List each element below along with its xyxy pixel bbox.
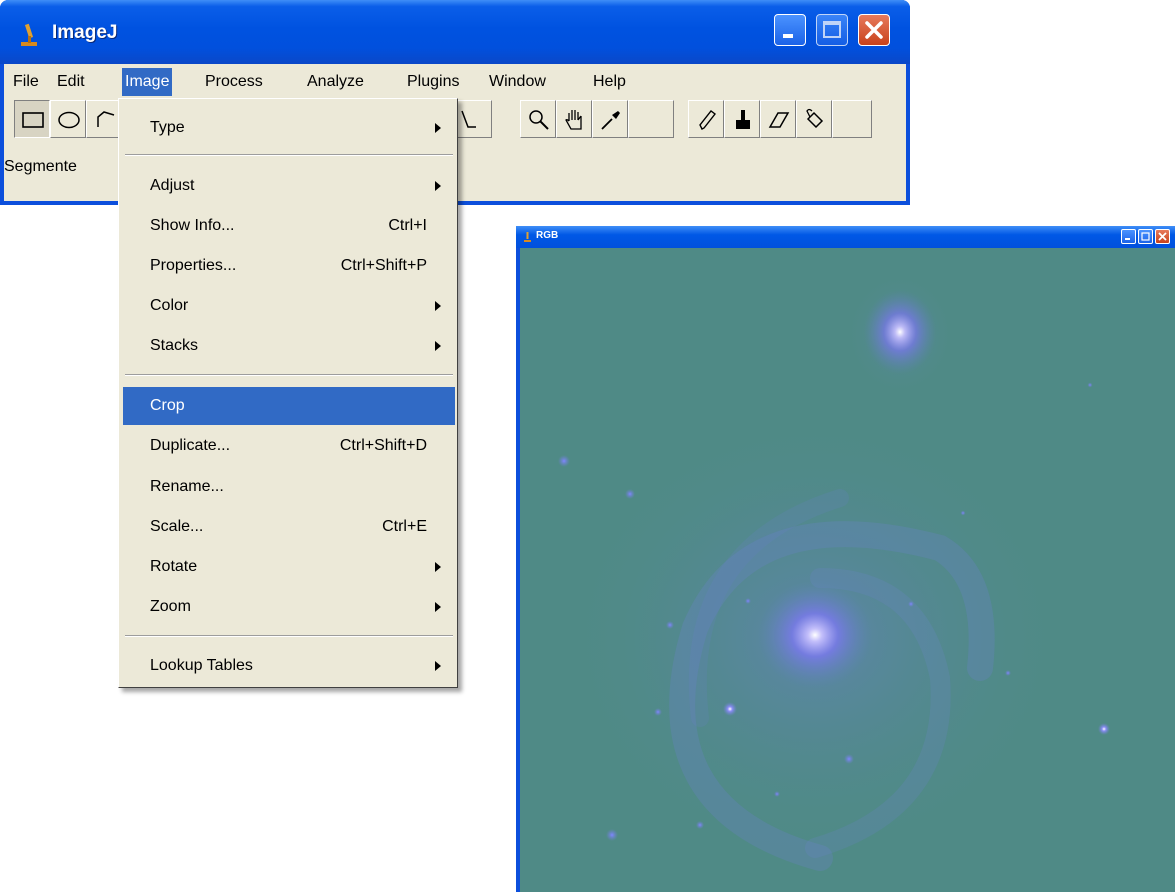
- menu-item-label: Scale...: [150, 518, 204, 535]
- eraser-tool[interactable]: [760, 100, 796, 138]
- angle-icon: [461, 110, 476, 128]
- menu-item-show-info[interactable]: Show Info... Ctrl+I: [123, 207, 455, 245]
- menu-separator: [125, 374, 453, 376]
- menu-item-zoom[interactable]: Zoom: [123, 588, 455, 626]
- paintbrush-tool[interactable]: [724, 100, 760, 138]
- eraser-icon: [768, 112, 790, 128]
- menu-item-crop[interactable]: Crop: [123, 387, 455, 425]
- rgb-maximize-button[interactable]: [1138, 229, 1153, 244]
- rectangle-icon: [22, 112, 44, 128]
- rgb-titlebar[interactable]: RGB: [516, 226, 1175, 248]
- imagej-titlebar[interactable]: ImageJ: [0, 0, 910, 64]
- menu-separator: [125, 635, 453, 637]
- color-picker-tool[interactable]: [592, 100, 628, 138]
- menu-image[interactable]: Image: [122, 68, 173, 96]
- menu-process[interactable]: Process: [202, 68, 266, 96]
- menu-plugins[interactable]: Plugins: [404, 68, 462, 96]
- maximize-icon: [823, 21, 841, 38]
- menu-item-stacks[interactable]: Stacks: [123, 327, 455, 365]
- eyedropper-icon: [601, 111, 620, 130]
- menu-item-label: Type: [150, 119, 185, 136]
- close-button[interactable]: [858, 14, 890, 46]
- submenu-arrow-icon: [435, 602, 441, 612]
- polygon-tool[interactable]: [86, 100, 122, 138]
- rgb-minimize-button[interactable]: [1121, 229, 1136, 244]
- rgb-window-title: RGB: [536, 230, 559, 241]
- minimize-icon: [1125, 238, 1130, 240]
- submenu-arrow-icon: [435, 661, 441, 671]
- menu-item-lookup-tables[interactable]: Lookup Tables: [123, 647, 455, 685]
- menu-item-label: Rename...: [150, 478, 224, 495]
- oval-tool[interactable]: [50, 100, 86, 138]
- paintbrush-icon: [736, 110, 750, 129]
- magnifier-icon: [529, 110, 549, 130]
- polygon-icon: [97, 111, 115, 127]
- menu-item-properties[interactable]: Properties... Ctrl+Shift+P: [123, 247, 455, 285]
- submenu-arrow-icon: [435, 341, 441, 351]
- submenu-arrow-icon: [435, 123, 441, 133]
- magnifier-tool[interactable]: [520, 100, 556, 138]
- rgb-close-button[interactable]: [1155, 229, 1170, 244]
- hand-icon: [565, 110, 582, 130]
- close-icon: [865, 21, 883, 39]
- menu-item-label: Properties...: [150, 257, 237, 274]
- submenu-arrow-icon: [435, 562, 441, 572]
- menu-item-label: Color: [150, 297, 189, 314]
- menu-file[interactable]: File: [10, 68, 42, 96]
- hand-tool[interactable]: [556, 100, 592, 138]
- menu-item-shortcut: Ctrl+Shift+D: [339, 437, 427, 454]
- menu-item-type[interactable]: Type: [123, 109, 455, 147]
- menu-window[interactable]: Window: [486, 68, 549, 96]
- pencil-tool[interactable]: [688, 100, 724, 138]
- menu-item-shortcut: Ctrl+Shift+P: [340, 257, 427, 274]
- paint-bucket-icon: [806, 108, 824, 129]
- menu-item-label: Duplicate...: [150, 437, 231, 454]
- toolbar-empty-slot: [832, 100, 872, 138]
- window-title: ImageJ: [52, 22, 118, 43]
- image-dropdown-menu: Type Adjust Show Info... Ctrl+I Properti…: [118, 98, 458, 688]
- maximize-button[interactable]: [816, 14, 848, 46]
- menu-item-shortcut: Ctrl+E: [382, 518, 427, 535]
- menu-item-label: Adjust: [150, 177, 195, 194]
- toolbar-spacer: [628, 100, 674, 138]
- microscope-icon: [21, 23, 37, 46]
- submenu-arrow-icon: [435, 301, 441, 311]
- menu-item-scale[interactable]: Scale... Ctrl+E: [123, 508, 455, 546]
- menu-item-shortcut: Ctrl+I: [388, 217, 427, 234]
- rgb-image-window: RGB: [516, 226, 1175, 892]
- galaxy-image: [555, 272, 1110, 871]
- flood-fill-tool[interactable]: [796, 100, 832, 138]
- microscope-icon: [524, 232, 531, 242]
- status-text: Segmente: [4, 158, 77, 175]
- galaxy-image-canvas[interactable]: [520, 248, 1175, 892]
- close-icon: [1158, 232, 1167, 241]
- menu-item-label: Rotate: [150, 558, 198, 575]
- menu-item-rename[interactable]: Rename...: [123, 468, 455, 506]
- menu-item-rotate[interactable]: Rotate: [123, 548, 455, 586]
- menu-help[interactable]: Help: [590, 68, 629, 96]
- minimize-button[interactable]: [774, 14, 806, 46]
- maximize-icon: [1141, 232, 1150, 241]
- menu-item-color[interactable]: Color: [123, 287, 455, 325]
- angle-tool[interactable]: [452, 100, 492, 138]
- rectangle-tool[interactable]: [14, 100, 50, 138]
- menu-item-label: Crop: [150, 397, 185, 414]
- menu-analyze[interactable]: Analyze: [304, 68, 367, 96]
- menu-item-adjust[interactable]: Adjust: [123, 167, 455, 205]
- menu-item-label: Lookup Tables: [150, 657, 253, 674]
- menu-item-label: Zoom: [150, 598, 191, 615]
- pencil-icon: [699, 110, 716, 130]
- minimize-icon: [783, 34, 793, 38]
- menu-item-label: Show Info...: [150, 217, 235, 234]
- oval-icon: [58, 111, 80, 129]
- menu-edit[interactable]: Edit: [54, 68, 88, 96]
- submenu-arrow-icon: [435, 181, 441, 191]
- menubar: File Edit Image Process Analyze Plugins …: [4, 64, 906, 100]
- menu-separator: [125, 154, 453, 156]
- menu-item-duplicate[interactable]: Duplicate... Ctrl+Shift+D: [123, 427, 455, 465]
- menu-item-label: Stacks: [150, 337, 199, 354]
